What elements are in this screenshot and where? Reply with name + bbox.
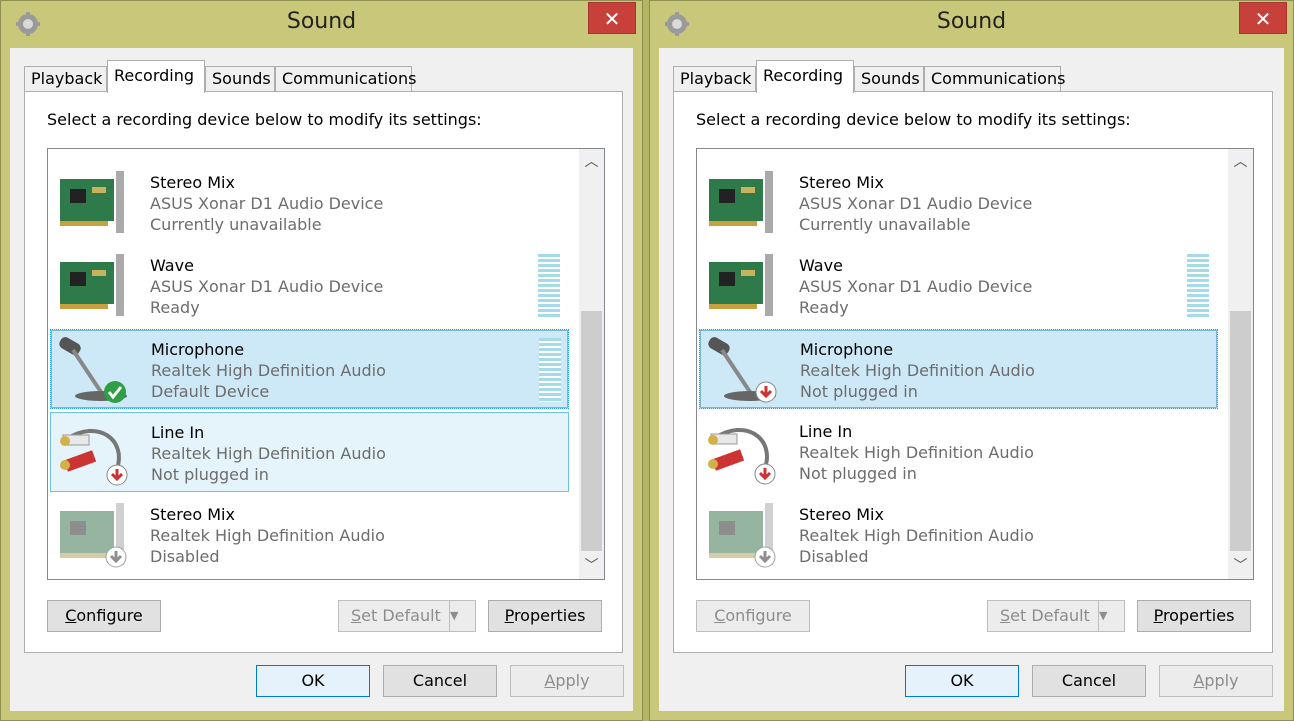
- sound-card-icon: [60, 171, 124, 233]
- recording-tab-panel: Select a recording device below to modif…: [673, 91, 1273, 653]
- properties-button[interactable]: Properties: [488, 600, 602, 632]
- apply-button[interactable]: Apply: [1159, 665, 1273, 697]
- scroll-thumb[interactable]: [581, 311, 602, 551]
- device-status: Default Device: [151, 382, 270, 401]
- recording-device-list[interactable]: Stereo Mix ASUS Xonar D1 Audio Device Cu…: [696, 148, 1254, 580]
- device-status: Currently unavailable: [150, 215, 322, 234]
- device-status: Ready: [150, 298, 200, 317]
- tab-sounds[interactable]: Sounds: [205, 66, 275, 92]
- device-status: Not plugged in: [800, 382, 918, 401]
- close-button[interactable]: ✕: [1239, 2, 1287, 34]
- scroll-up-arrow-icon[interactable]: ︿: [1228, 151, 1253, 173]
- device-driver: Realtek High Definition Audio: [800, 361, 1035, 380]
- rca-cable-icon: [708, 427, 776, 485]
- sound-card-icon: [709, 171, 773, 233]
- device-driver: Realtek High Definition Audio: [150, 526, 385, 545]
- set-default-button[interactable]: Set Default ▼: [987, 600, 1125, 632]
- device-status: Currently unavailable: [799, 215, 971, 234]
- cancel-button[interactable]: Cancel: [1032, 665, 1146, 697]
- device-name: Stereo Mix: [150, 173, 235, 192]
- recording-device-list[interactable]: Stereo Mix ASUS Xonar D1 Audio Device Cu…: [47, 148, 605, 580]
- tab-recording[interactable]: Recording: [756, 60, 854, 93]
- window-title: Sound: [936, 9, 1007, 34]
- device-driver: Realtek High Definition Audio: [799, 526, 1034, 545]
- chevron-down-icon[interactable]: ▼: [449, 601, 475, 631]
- instruction-text: Select a recording device below to modif…: [696, 110, 1131, 129]
- list-item[interactable]: Wave ASUS Xonar D1 Audio Device Ready: [50, 246, 569, 326]
- sound-card-icon: [60, 503, 127, 568]
- device-name: Stereo Mix: [150, 505, 235, 524]
- device-name: Microphone: [800, 340, 894, 359]
- configure-button[interactable]: Configure: [696, 600, 810, 632]
- tab-playback[interactable]: Playback: [24, 66, 107, 92]
- recording-tab-panel: Select a recording device below to modif…: [24, 91, 623, 653]
- device-name: Wave: [799, 256, 843, 275]
- level-meter: [1187, 254, 1209, 318]
- sound-window-left: Sound ✕ Playback Recording Sounds Commun…: [0, 0, 643, 721]
- title-bar[interactable]: Sound ✕: [1, 1, 642, 47]
- rca-cable-icon: [60, 428, 128, 486]
- sound-card-icon: [709, 503, 776, 568]
- device-name: Line In: [799, 422, 853, 441]
- level-meter: [538, 254, 560, 318]
- cancel-button[interactable]: Cancel: [383, 665, 497, 697]
- device-driver: Realtek High Definition Audio: [151, 444, 386, 463]
- level-meter: [539, 338, 561, 402]
- tab-sounds[interactable]: Sounds: [854, 66, 924, 92]
- device-driver: ASUS Xonar D1 Audio Device: [150, 194, 384, 213]
- device-driver: ASUS Xonar D1 Audio Device: [150, 277, 384, 296]
- scroll-down-arrow-icon[interactable]: ﹀: [1228, 555, 1253, 577]
- device-name: Wave: [150, 256, 194, 275]
- microphone-icon: [708, 337, 777, 403]
- sound-window-right: Sound ✕ Playback Recording Sounds Commun…: [649, 0, 1294, 721]
- device-status: Not plugged in: [151, 465, 269, 484]
- device-status: Disabled: [150, 547, 220, 566]
- properties-button[interactable]: Properties: [1137, 600, 1251, 632]
- device-driver: ASUS Xonar D1 Audio Device: [799, 277, 1033, 296]
- instruction-text: Select a recording device below to modif…: [47, 110, 482, 129]
- tab-recording[interactable]: Recording: [107, 60, 205, 93]
- device-name: Line In: [151, 423, 205, 442]
- scroll-up-arrow-icon[interactable]: ︿: [579, 151, 604, 173]
- microphone-icon: [59, 337, 127, 403]
- list-item-selected[interactable]: Microphone Realtek High Definition Audio…: [50, 329, 569, 409]
- list-item[interactable]: Stereo Mix Realtek High Definition Audio…: [50, 495, 569, 575]
- vertical-scrollbar[interactable]: ︿ ﹀: [1228, 149, 1253, 579]
- device-driver: Realtek High Definition Audio: [151, 361, 386, 380]
- scroll-thumb[interactable]: [1230, 311, 1251, 551]
- device-status: Not plugged in: [799, 464, 917, 483]
- apply-button[interactable]: Apply: [510, 665, 624, 697]
- ok-button[interactable]: OK: [905, 665, 1019, 697]
- device-driver: ASUS Xonar D1 Audio Device: [799, 194, 1033, 213]
- configure-button[interactable]: Configure: [47, 600, 161, 632]
- device-status: Disabled: [799, 547, 869, 566]
- list-item[interactable]: Line In Realtek High Definition Audio No…: [699, 412, 1218, 492]
- device-name: Stereo Mix: [799, 505, 884, 524]
- title-bar[interactable]: Sound ✕: [650, 1, 1293, 47]
- chevron-down-icon[interactable]: ▼: [1098, 601, 1124, 631]
- dialog-client: Playback Recording Sounds Communications…: [10, 48, 633, 711]
- list-item[interactable]: Stereo Mix ASUS Xonar D1 Audio Device Cu…: [699, 163, 1218, 243]
- sound-card-icon: [60, 254, 124, 316]
- window-title: Sound: [286, 9, 357, 34]
- set-default-button[interactable]: Set Default ▼: [338, 600, 476, 632]
- list-item[interactable]: Stereo Mix ASUS Xonar D1 Audio Device Cu…: [50, 163, 569, 243]
- dialog-client: Playback Recording Sounds Communications…: [659, 48, 1284, 711]
- device-driver: Realtek High Definition Audio: [799, 443, 1034, 462]
- vertical-scrollbar[interactable]: ︿ ﹀: [579, 149, 604, 579]
- tab-communications[interactable]: Communications: [275, 66, 416, 92]
- device-status: Ready: [799, 298, 849, 317]
- sound-card-icon: [709, 254, 773, 316]
- device-name: Microphone: [151, 340, 245, 359]
- list-item-selected[interactable]: Microphone Realtek High Definition Audio…: [699, 329, 1218, 409]
- close-button[interactable]: ✕: [588, 2, 636, 34]
- list-item[interactable]: Line In Realtek High Definition Audio No…: [50, 412, 569, 492]
- list-item[interactable]: Wave ASUS Xonar D1 Audio Device Ready: [699, 246, 1218, 326]
- tab-communications[interactable]: Communications: [924, 66, 1065, 92]
- ok-button[interactable]: OK: [256, 665, 370, 697]
- scroll-down-arrow-icon[interactable]: ﹀: [579, 555, 604, 577]
- tab-playback[interactable]: Playback: [673, 66, 756, 92]
- list-item[interactable]: Stereo Mix Realtek High Definition Audio…: [699, 495, 1218, 575]
- device-name: Stereo Mix: [799, 173, 884, 192]
